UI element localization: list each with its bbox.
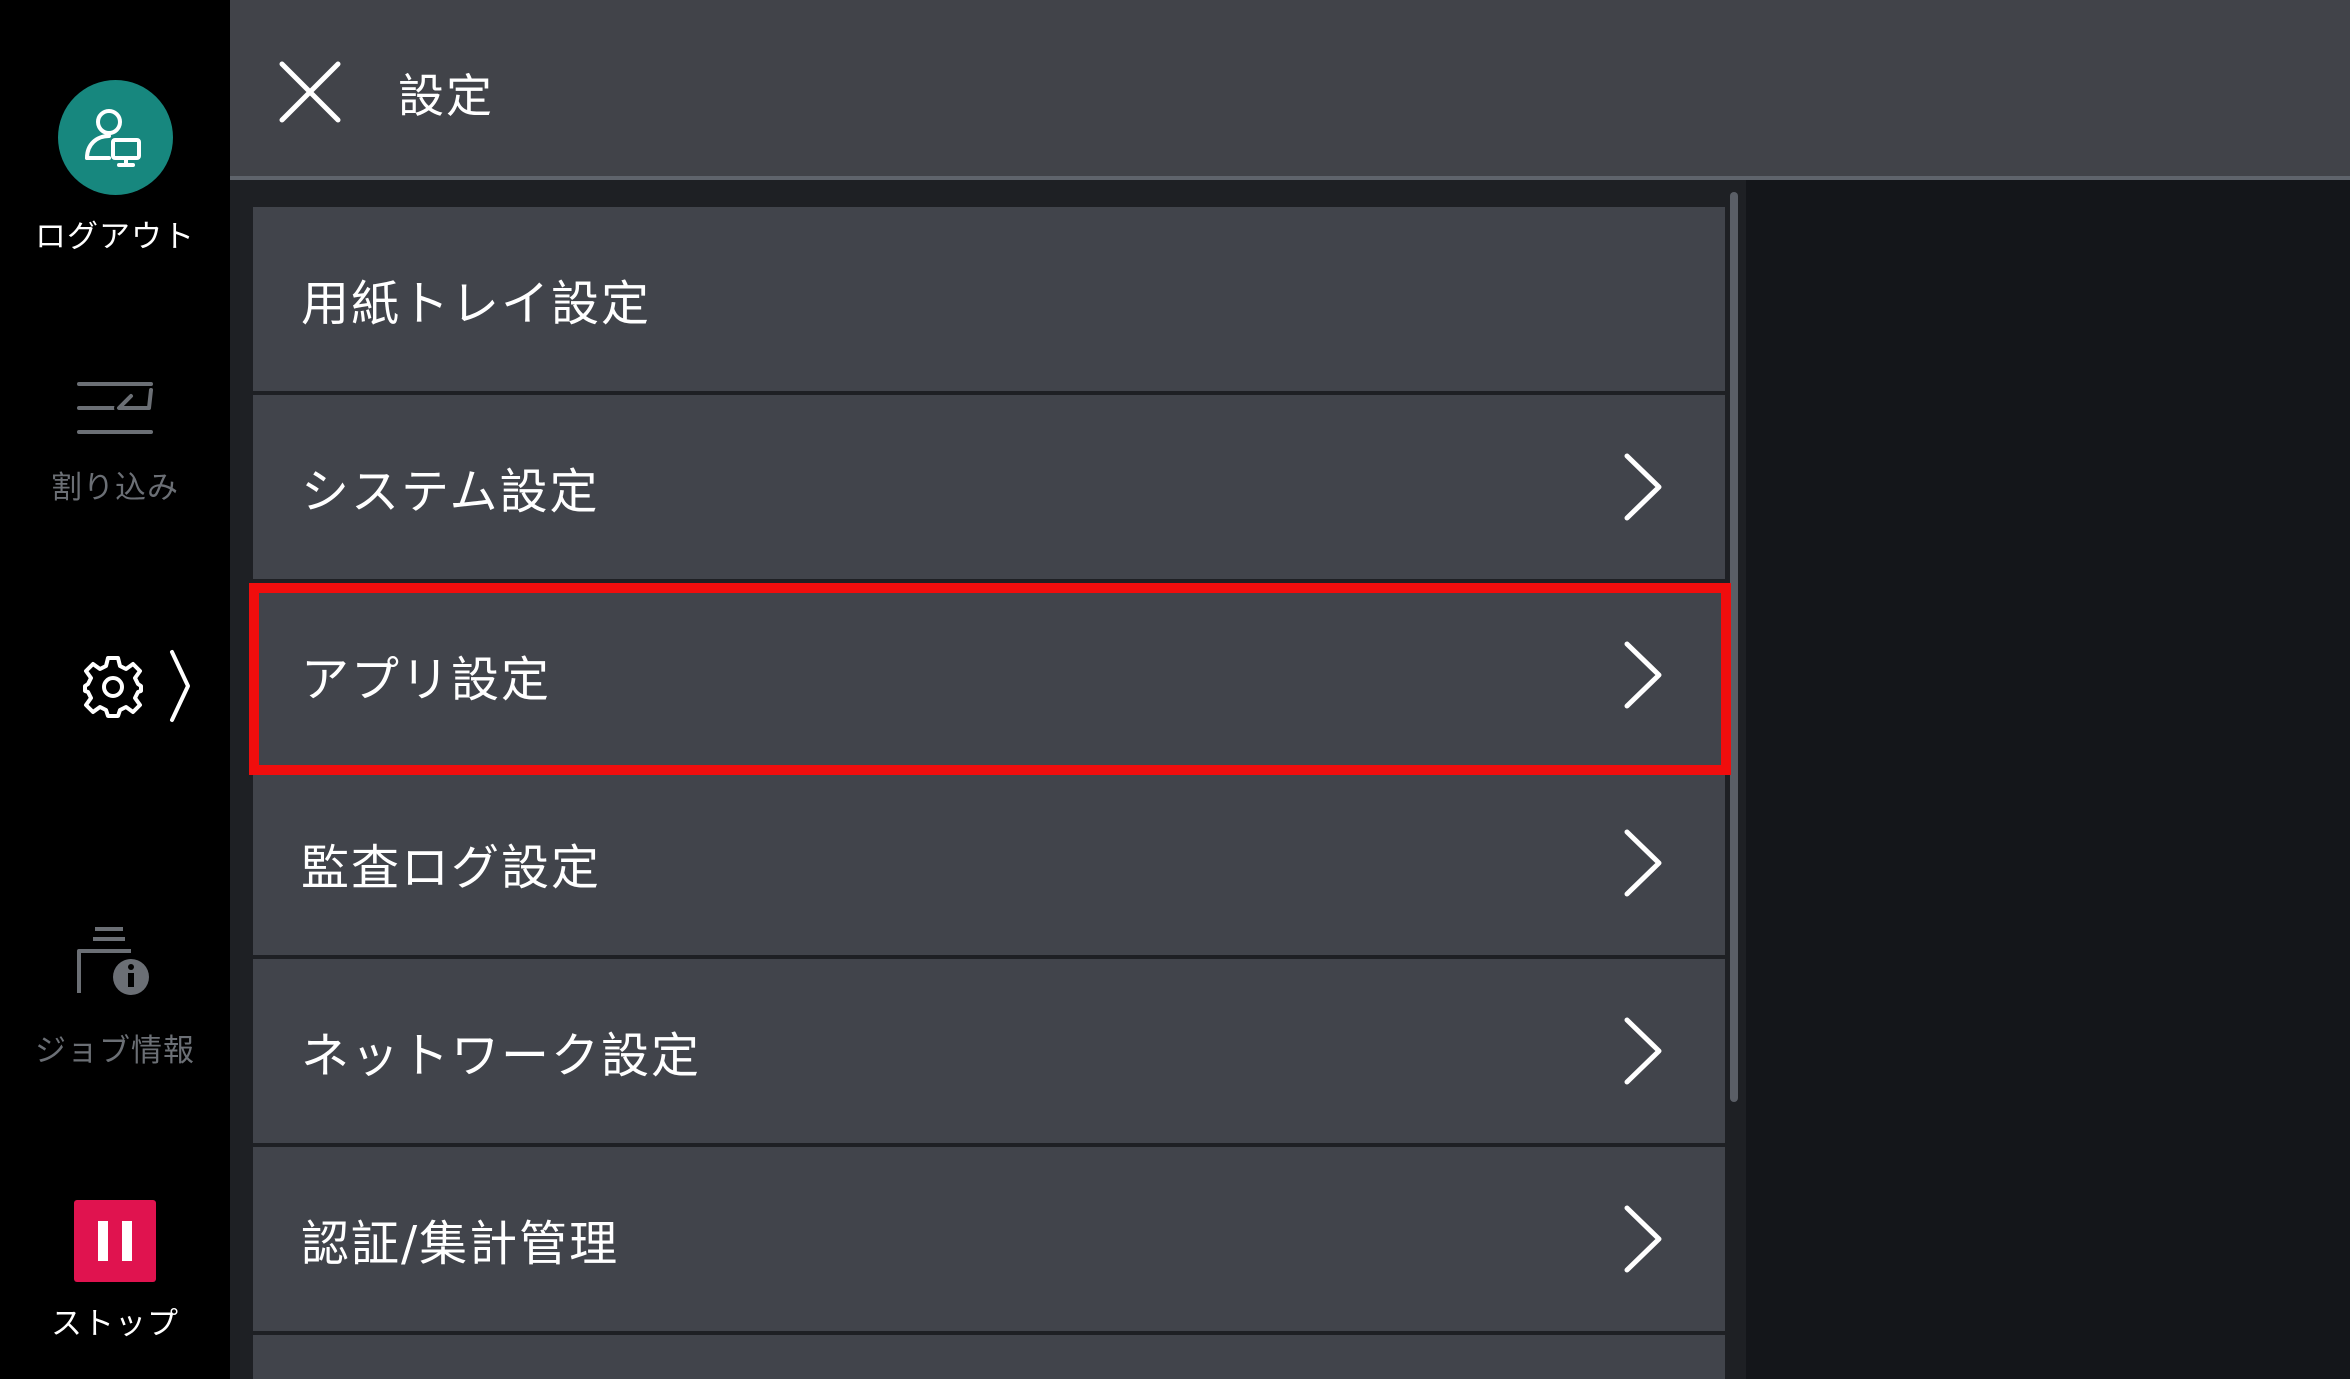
settings-toggle-button[interactable] <box>80 650 210 726</box>
gear-icon <box>80 653 146 723</box>
close-button[interactable] <box>270 52 350 132</box>
chevron-right-icon <box>1624 453 1662 521</box>
chevron-right-icon <box>1624 641 1662 709</box>
printer-info-icon <box>73 925 157 1005</box>
job-info-label: ジョブ情報 <box>35 1033 195 1069</box>
menu-item-app-settings[interactable]: アプリ設定 <box>253 583 1725 767</box>
menu-item-label: 用紙トレイ設定 <box>301 276 652 332</box>
chevron-right-icon <box>1624 1017 1662 1085</box>
menu-item-label: 認証/集計管理 <box>301 1216 620 1272</box>
menu-item-label: アプリ設定 <box>301 652 552 708</box>
menu-item-system-settings[interactable]: システム設定 <box>253 395 1725 579</box>
menu-item-partial[interactable] <box>253 1335 1725 1379</box>
chevron-right-icon <box>1624 1205 1662 1273</box>
detail-pane <box>1746 180 2350 1379</box>
header-bar <box>230 0 2350 180</box>
pause-icon <box>74 1200 156 1282</box>
menu-item-paper-tray[interactable]: 用紙トレイ設定 <box>253 207 1725 391</box>
menu-item-label: ネットワーク設定 <box>301 1028 702 1084</box>
close-icon <box>279 61 341 123</box>
chevron-right-icon <box>1624 829 1662 897</box>
scrollbar[interactable] <box>1730 192 1738 1102</box>
menu-item-auth-accounting[interactable]: 認証/集計管理 <box>253 1147 1725 1331</box>
menu-item-label: システム設定 <box>301 464 600 520</box>
stop-button[interactable]: ストップ <box>0 1200 230 1343</box>
interrupt-button[interactable]: 割り込み <box>0 376 230 507</box>
chevron-right-icon <box>166 648 194 728</box>
page-title: 設定 <box>398 69 494 123</box>
menu-item-network-settings[interactable]: ネットワーク設定 <box>253 959 1725 1143</box>
stop-label: ストップ <box>51 1306 179 1342</box>
job-info-button[interactable]: ジョブ情報 <box>0 925 230 1070</box>
interrupt-icon <box>73 376 157 444</box>
logout-button[interactable]: ログアウト <box>0 80 230 256</box>
screen: ログアウト 割り込み ジョブ情報 ストップ 設定 用紙トレイ設定 システム設定 … <box>0 0 2350 1379</box>
menu-item-audit-log-settings[interactable]: 監査ログ設定 <box>253 771 1725 955</box>
logout-label: ログアウト <box>35 219 195 255</box>
interrupt-label: 割り込み <box>51 470 179 506</box>
sidebar: ログアウト 割り込み ジョブ情報 ストップ <box>0 0 230 1379</box>
user-monitor-icon <box>57 80 173 195</box>
menu-item-label: 監査ログ設定 <box>301 840 602 896</box>
